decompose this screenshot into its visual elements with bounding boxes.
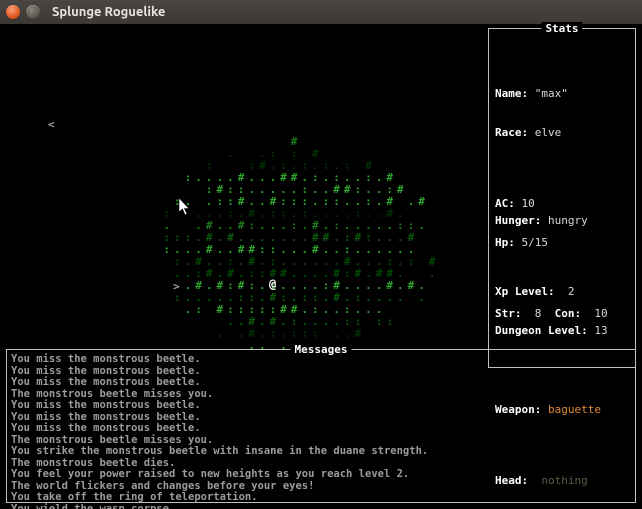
stat-race: Race: elve xyxy=(495,126,629,139)
stat-hunger: Hunger: hungry xyxy=(495,214,629,227)
message-line: You wield the wasp corpse. xyxy=(11,504,631,509)
stats-title: Stats xyxy=(541,22,582,35)
stats-panel: Stats Name: "max" Race: elve AC: 10 Hp: … xyxy=(488,28,636,368)
stat-xp: Xp Level: 2 xyxy=(495,285,629,298)
player-glyph: @ xyxy=(269,278,276,290)
window-title: Splunge Roguelike xyxy=(52,5,165,19)
message-line: You miss the monstrous beetle. xyxy=(11,423,631,435)
window-titlebar: Splunge Roguelike xyxy=(0,0,642,24)
message-log: You miss the monstrous beetle. You miss t… xyxy=(11,354,631,509)
stairs-up-icon: < xyxy=(48,118,55,131)
message-line: You feel your power raised to new height… xyxy=(11,469,631,481)
message-line: You miss the monstrous beetle. xyxy=(11,400,631,412)
messages-panel: Messages You miss the monstrous beetle.Y… xyxy=(6,349,636,503)
dungeon-tiles: # . .: : # : :#.:.:.:.: # :....#...##.:.… xyxy=(4,28,482,364)
messages-title: Messages xyxy=(291,343,352,356)
close-icon[interactable] xyxy=(6,5,20,19)
stat-dlvl: Dungeon Level: 13 xyxy=(495,324,629,337)
message-line: You take off the ring of teleportation. xyxy=(11,492,631,504)
message-line: You miss the monstrous beetle. xyxy=(11,377,631,389)
mouse-cursor-icon xyxy=(179,198,191,216)
stairs-down-icon: > xyxy=(173,280,180,293)
stat-name: Name: "max" xyxy=(495,87,629,100)
minimize-icon[interactable] xyxy=(26,5,40,19)
message-line: You strike the monstrous beetle with ins… xyxy=(11,446,631,458)
game-surface[interactable]: # . .: : # : :#.:.:.:.: # :....#...##.:.… xyxy=(0,24,642,509)
dungeon-map[interactable]: # . .: : # : :#.:.:.:.: # :....#...##.:.… xyxy=(4,28,482,368)
